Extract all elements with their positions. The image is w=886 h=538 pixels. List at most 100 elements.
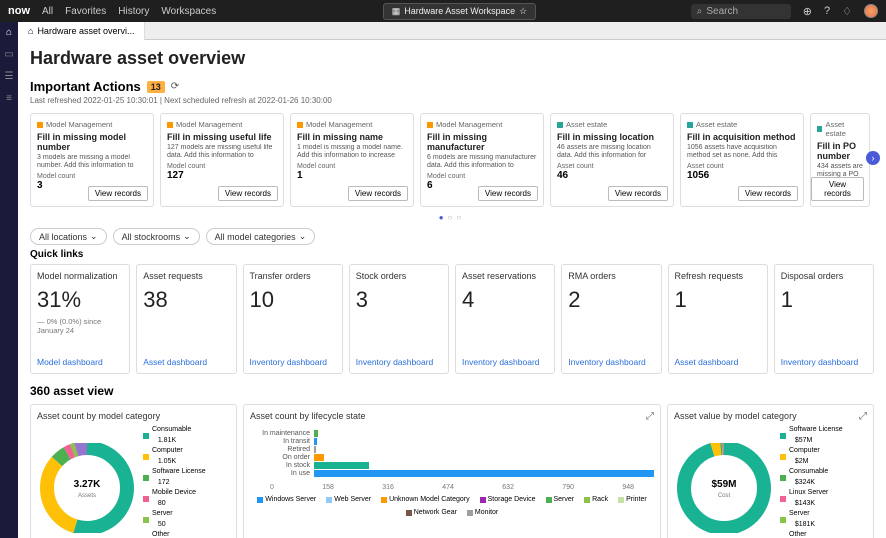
card-category-icon xyxy=(427,122,433,128)
ql-title: Model normalization xyxy=(37,271,123,281)
ql-value: 3 xyxy=(356,287,442,313)
rail-home-icon[interactable]: ⌂ xyxy=(3,26,15,38)
charts-row: Asset count by model category 3.27KAssets… xyxy=(30,404,874,538)
action-card: Model Management Fill in missing manufac… xyxy=(420,113,544,207)
view-records-button[interactable]: View records xyxy=(218,186,278,201)
ql-title: Disposal orders xyxy=(781,271,867,281)
view-records-button[interactable]: View records xyxy=(811,177,864,201)
card-title: Fill in missing model number xyxy=(37,132,147,152)
action-card: Model Management Fill in missing model n… xyxy=(30,113,154,207)
tab-hardware-overview[interactable]: ⌂ Hardware asset overvi... xyxy=(18,22,145,40)
view-records-button[interactable]: View records xyxy=(478,186,538,201)
workspace-pill[interactable]: ▦ Hardware Asset Workspace ☆ xyxy=(383,3,536,20)
card-count: 46 xyxy=(557,170,667,181)
expand-icon[interactable]: ⤢ xyxy=(859,411,867,422)
quick-link-card: Stock orders 3 Inventory dashboard xyxy=(349,264,449,374)
nav-favorites[interactable]: Favorites xyxy=(65,6,106,17)
view-records-button[interactable]: View records xyxy=(88,186,148,201)
important-actions-heading: Important Actions xyxy=(30,79,141,94)
ql-link[interactable]: Asset dashboard xyxy=(675,357,761,367)
filter-label: All locations xyxy=(39,232,87,242)
ql-value: 1 xyxy=(675,287,761,313)
ql-value: 31% xyxy=(37,287,123,313)
chart-legend: Software License $57MComputer $2MConsuma… xyxy=(780,425,843,538)
view-records-button[interactable]: View records xyxy=(348,186,408,201)
donut-chart: 3.27KAssets xyxy=(37,443,137,533)
asset-view-heading: 360 asset view xyxy=(30,384,874,398)
card-eyebrow: Asset estate xyxy=(825,120,863,138)
bar-segment xyxy=(314,430,318,437)
action-card: Asset estate Fill in acquisition method … xyxy=(680,113,804,207)
action-card: Asset estate Fill in missing location 46… xyxy=(550,113,674,207)
card-count-label: Model count xyxy=(37,173,147,180)
chart-title: Asset value by model category xyxy=(674,411,867,421)
chevron-down-icon: ⌄ xyxy=(183,231,191,242)
carousel-dots[interactable]: ●○○ xyxy=(30,213,874,222)
svg-text:$59M: $59M xyxy=(711,479,736,490)
ql-link[interactable]: Model dashboard xyxy=(37,357,123,367)
home-icon: ⌂ xyxy=(28,26,33,36)
filter-pill[interactable]: All model categories⌄ xyxy=(206,228,316,245)
quick-link-card: Asset reservations 4 Inventory dashboard xyxy=(455,264,555,374)
ql-link[interactable]: Inventory dashboard xyxy=(568,357,654,367)
action-card: Model Management Fill in missing name 1 … xyxy=(290,113,414,207)
expand-icon[interactable]: ⤢ xyxy=(646,411,654,422)
chart-asset-count-category: Asset count by model category 3.27KAssets… xyxy=(30,404,237,538)
card-count: 1056 xyxy=(687,170,797,181)
card-desc: 1056 assets have acquisition method set … xyxy=(687,144,797,160)
card-count: 1 xyxy=(297,170,407,181)
rail-clipboard-icon[interactable]: ☰ xyxy=(3,70,15,82)
quick-link-card: Disposal orders 1 Inventory dashboard xyxy=(774,264,874,374)
cards-next-arrow[interactable]: › xyxy=(866,151,880,165)
quick-link-card: Refresh requests 1 Asset dashboard xyxy=(668,264,768,374)
rail-filter-icon[interactable]: ≡ xyxy=(3,92,15,104)
workspace-pill-label: Hardware Asset Workspace xyxy=(404,6,515,16)
logo: now xyxy=(8,5,30,17)
star-icon[interactable]: ☆ xyxy=(519,6,527,17)
search-input[interactable]: ⌕ Search xyxy=(691,4,791,19)
rail-list-icon[interactable]: ▭ xyxy=(3,48,15,60)
ql-value: 38 xyxy=(143,287,229,313)
tab-bar: ⌂ Hardware asset overvi... xyxy=(18,22,886,40)
card-count-label: Model count xyxy=(297,163,407,170)
chart-asset-value-category: ⤢Asset value by model category $59MCostSo… xyxy=(667,404,874,538)
refresh-subtitle: Last refreshed 2022-01-25 10:30:01 | Nex… xyxy=(30,96,874,105)
donut-chart: $59MCost xyxy=(674,443,774,533)
card-category-icon xyxy=(817,126,822,132)
filter-pill[interactable]: All stockrooms⌄ xyxy=(113,228,200,245)
card-count-label: Asset count xyxy=(687,163,797,170)
refresh-icon[interactable]: ⟳ xyxy=(171,81,179,92)
filter-label: All stockrooms xyxy=(122,232,181,242)
chart-legend: Windows ServerWeb ServerUnknown Model Ca… xyxy=(250,496,654,516)
ql-link[interactable]: Inventory dashboard xyxy=(462,357,548,367)
ql-link[interactable]: Inventory dashboard xyxy=(356,357,442,367)
quick-link-card: Model normalization 31% — 0% (0.0%) sinc… xyxy=(30,264,130,374)
view-records-button[interactable]: View records xyxy=(608,186,668,201)
nav-all[interactable]: All xyxy=(42,6,53,17)
search-placeholder: Search xyxy=(706,6,738,17)
nav-history[interactable]: History xyxy=(118,6,149,17)
view-records-button[interactable]: View records xyxy=(738,186,798,201)
ql-link[interactable]: Inventory dashboard xyxy=(250,357,336,367)
search-icon: ⌕ xyxy=(697,6,703,17)
filter-row: All locations⌄All stockrooms⌄All model c… xyxy=(30,228,874,245)
globe-icon[interactable]: ⊕ xyxy=(803,5,812,18)
bell-icon[interactable]: ♢ xyxy=(842,5,852,18)
card-eyebrow: Model Management xyxy=(306,120,372,129)
ql-value: 4 xyxy=(462,287,548,313)
ql-link[interactable]: Asset dashboard xyxy=(143,357,229,367)
filter-pill[interactable]: All locations⌄ xyxy=(30,228,107,245)
card-count-label: Model count xyxy=(167,163,277,170)
grid-icon: ▦ xyxy=(392,6,401,17)
top-bar: now All Favorites History Workspaces ▦ H… xyxy=(0,0,886,22)
card-title: Fill in missing location xyxy=(557,132,667,142)
ql-link[interactable]: Inventory dashboard xyxy=(781,357,867,367)
card-desc: 1 model is missing a model name. Add thi… xyxy=(297,144,407,160)
nav-workspaces[interactable]: Workspaces xyxy=(161,6,216,17)
card-desc: 6 models are missing manufacturer data. … xyxy=(427,154,537,170)
chart-title: Asset count by model category xyxy=(37,411,230,421)
quick-link-card: RMA orders 2 Inventory dashboard xyxy=(561,264,661,374)
help-icon[interactable]: ? xyxy=(824,5,830,17)
avatar[interactable] xyxy=(864,4,878,18)
card-title: Fill in missing manufacturer xyxy=(427,132,537,152)
